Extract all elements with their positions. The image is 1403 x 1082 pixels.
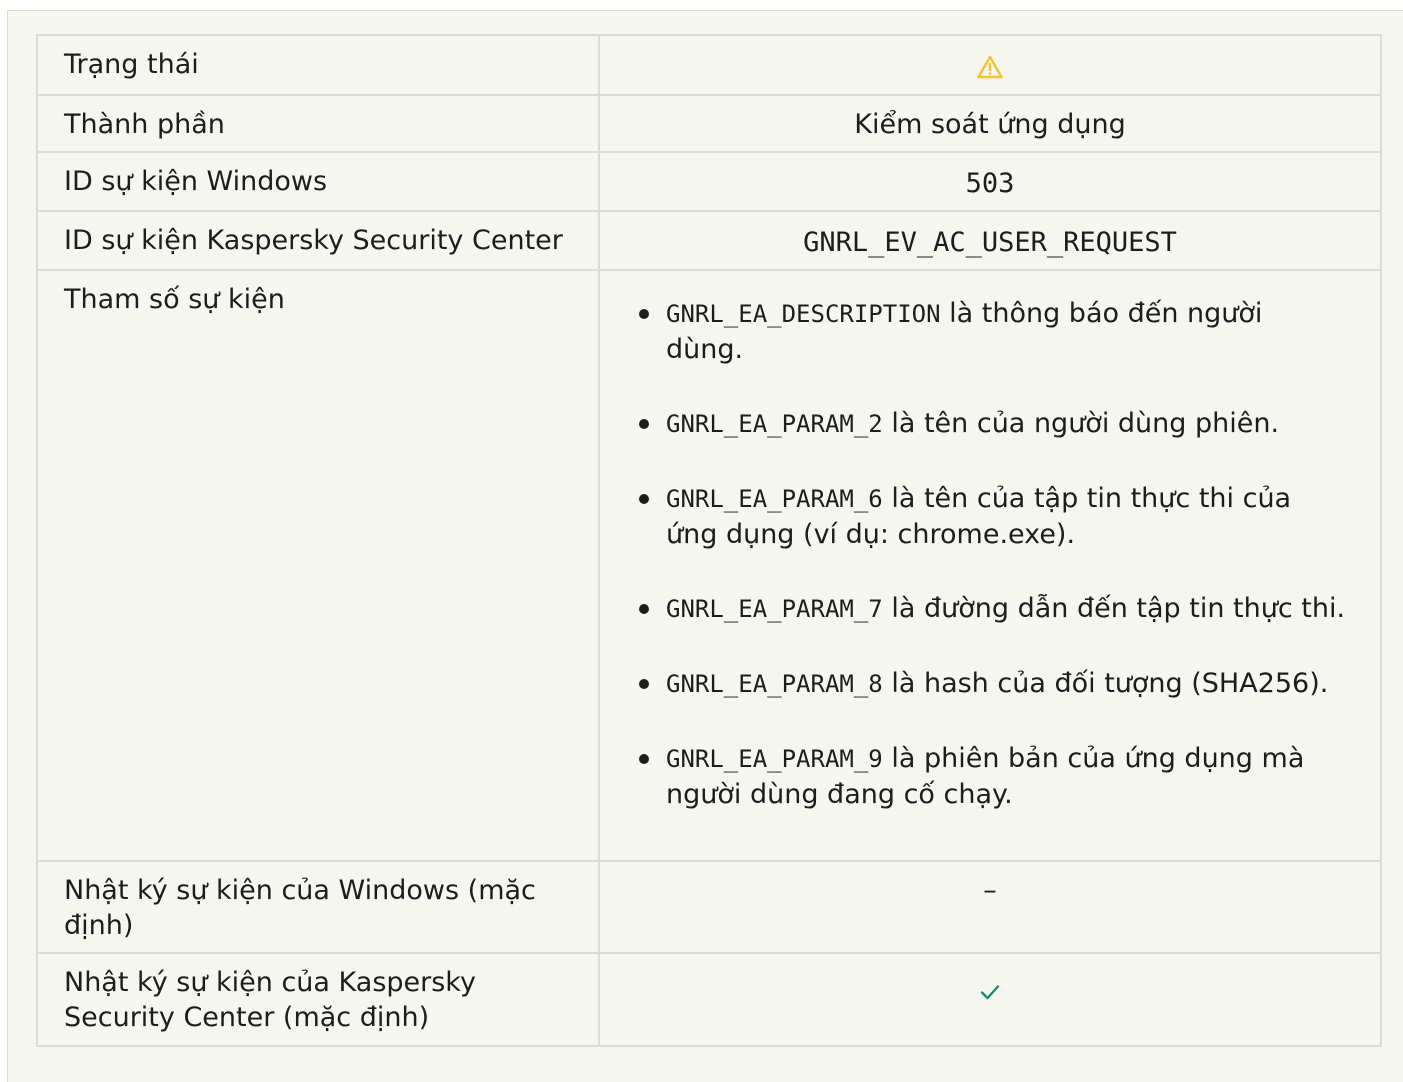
row-label: Nhật ký sự kiện của Kaspersky Security C…	[36, 952, 600, 1047]
table-row: Tham số sự kiện GNRL_EA_DESCRIPTION là t…	[36, 269, 1382, 862]
param-code: GNRL_EA_PARAM_9	[666, 745, 883, 773]
table-row: ID sự kiện Windows 503	[36, 151, 1382, 212]
list-item: GNRL_EA_PARAM_8 là hash của đối tượng (S…	[639, 666, 1356, 702]
table-row: Thành phần Kiểm soát ứng dụng	[36, 94, 1382, 153]
list-item: GNRL_EA_PARAM_2 là tên của người dùng ph…	[639, 406, 1356, 442]
row-label: Tham số sự kiện	[36, 269, 600, 862]
windows-event-id-value: 503	[598, 151, 1382, 212]
content-panel: Trạng thái Thành phần Kiểm soát ứng dụng…	[7, 10, 1403, 1082]
param-description: là tên của người dùng phiên.	[882, 408, 1280, 439]
param-description: là hash của đối tượng (SHA256).	[882, 668, 1329, 699]
table-row: Trạng thái	[36, 34, 1382, 96]
warning-icon	[977, 53, 1003, 88]
dash-indicator: –	[983, 875, 997, 906]
param-code: GNRL_EA_PARAM_8	[666, 670, 883, 698]
list-item: GNRL_EA_PARAM_6 là tên của tập tin thực …	[639, 481, 1356, 552]
list-item: GNRL_EA_PARAM_9 là phiên bản của ứng dụn…	[639, 741, 1356, 812]
event-params-value: GNRL_EA_DESCRIPTION là thông báo đến ngư…	[598, 269, 1382, 862]
row-value	[598, 34, 1382, 96]
list-item: GNRL_EA_PARAM_7 là đường dẫn đến tập tin…	[639, 591, 1356, 627]
row-label: Nhật ký sự kiện của Windows (mặc định)	[36, 860, 600, 954]
table-row: ID sự kiện Kaspersky Security Center GNR…	[36, 210, 1382, 271]
param-code: GNRL_EA_PARAM_6	[666, 485, 883, 513]
param-code: GNRL_EA_DESCRIPTION	[666, 300, 941, 328]
row-label: ID sự kiện Kaspersky Security Center	[36, 210, 600, 271]
list-item: GNRL_EA_DESCRIPTION là thông báo đến ngư…	[639, 296, 1356, 367]
row-label: Thành phần	[36, 94, 600, 153]
table-row: Nhật ký sự kiện của Windows (mặc định) –	[36, 860, 1382, 954]
row-label: ID sự kiện Windows	[36, 151, 600, 212]
table-row: Nhật ký sự kiện của Kaspersky Security C…	[36, 952, 1382, 1047]
windows-log-value: –	[598, 860, 1382, 954]
param-description: là đường dẫn đến tập tin thực thi.	[882, 593, 1346, 624]
param-code: GNRL_EA_PARAM_2	[666, 410, 883, 438]
row-label: Trạng thái	[36, 34, 600, 96]
ksc-event-id-value: GNRL_EV_AC_USER_REQUEST	[598, 210, 1382, 271]
event-params-list: GNRL_EA_DESCRIPTION là thông báo đến ngư…	[624, 296, 1356, 812]
component-value: Kiểm soát ứng dụng	[598, 94, 1382, 153]
ksc-log-value	[598, 952, 1382, 1047]
event-properties-table: Trạng thái Thành phần Kiểm soát ứng dụng…	[36, 34, 1382, 1047]
param-code: GNRL_EA_PARAM_7	[666, 595, 883, 623]
checkmark-icon	[979, 975, 1001, 1010]
